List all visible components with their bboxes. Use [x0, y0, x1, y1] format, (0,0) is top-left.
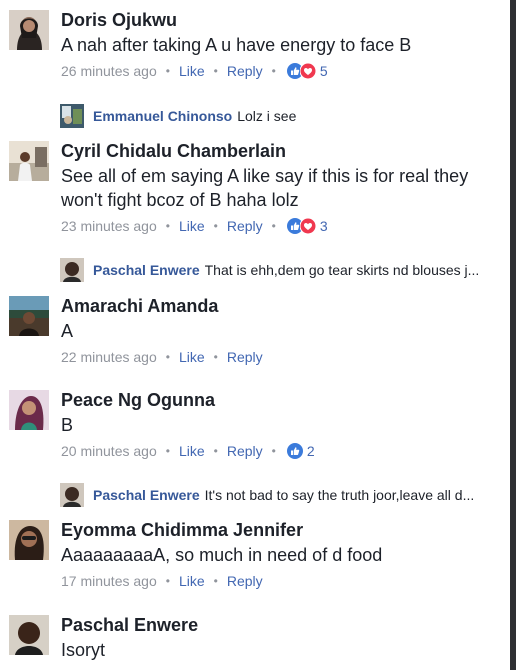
- reply-author[interactable]: Paschal Enwere: [93, 262, 200, 278]
- reply-item: Paschal Enwere It's not bad to say the t…: [60, 482, 500, 508]
- reply-button[interactable]: Reply: [227, 572, 263, 590]
- avatar[interactable]: [9, 141, 49, 181]
- separator: •: [213, 444, 218, 458]
- comment-actions: 23 minutes ago • Like • Reply • 3: [61, 217, 500, 235]
- comment-text: B: [61, 415, 74, 435]
- reply-text: It's not bad to say the truth joor,leave…: [204, 487, 475, 503]
- separator: •: [165, 219, 170, 233]
- separator: •: [213, 350, 218, 364]
- comment-text: See all of em saying A like say if this …: [61, 166, 469, 210]
- like-button[interactable]: Like: [179, 348, 205, 366]
- commenter-name[interactable]: Eyomma Chidimma Jennifer: [61, 520, 500, 540]
- reply-text: Lolz i see: [237, 108, 297, 124]
- separator: •: [271, 219, 276, 233]
- timestamp[interactable]: 23 minutes ago: [61, 217, 157, 235]
- love-reaction-icon: [299, 63, 316, 79]
- timestamp[interactable]: 22 minutes ago: [61, 348, 157, 366]
- separator: •: [271, 444, 276, 458]
- avatar[interactable]: [9, 10, 49, 50]
- reaction-count: 3: [319, 218, 328, 234]
- avatar[interactable]: [9, 520, 49, 560]
- reactions-summary[interactable]: 5: [286, 62, 328, 80]
- comment-text: A nah after taking A u have energy to fa…: [61, 35, 412, 55]
- separator: •: [165, 444, 170, 458]
- separator: •: [213, 64, 218, 78]
- commenter-name[interactable]: Cyril Chidalu Chamberlain: [61, 141, 500, 161]
- comment-text: A: [61, 321, 74, 341]
- reply-avatar[interactable]: [60, 258, 84, 282]
- reply-button[interactable]: Reply: [227, 62, 263, 80]
- separator: •: [165, 574, 170, 588]
- reaction-count: 2: [306, 443, 315, 459]
- reply-button[interactable]: Reply: [227, 348, 263, 366]
- reply-avatar[interactable]: [60, 104, 84, 128]
- like-button[interactable]: Like: [179, 442, 205, 460]
- commenter-name[interactable]: Doris Ojukwu: [61, 10, 500, 30]
- reply-item: Paschal Enwere That is ehh,dem go tear s…: [60, 257, 500, 283]
- reactions-summary[interactable]: 2: [286, 442, 315, 460]
- separator: •: [271, 64, 276, 78]
- like-button[interactable]: Like: [179, 62, 205, 80]
- commenter-name[interactable]: Peace Ng Ogunna: [61, 390, 500, 410]
- like-button[interactable]: Like: [179, 217, 205, 235]
- reply-author[interactable]: Emmanuel Chinonso: [93, 108, 232, 124]
- reactions-summary[interactable]: 3: [286, 217, 328, 235]
- avatar[interactable]: [9, 390, 49, 430]
- avatar[interactable]: [9, 296, 49, 336]
- love-reaction-icon: [299, 218, 316, 234]
- reaction-count: 5: [319, 63, 328, 79]
- comment-text: AaaaaaaaaA, so much in need of d food: [61, 545, 383, 565]
- comment-actions: 20 minutes ago • Like • Reply • 2: [61, 442, 500, 460]
- timestamp[interactable]: 26 minutes ago: [61, 62, 157, 80]
- comment-actions: 17 minutes ago • Like • Reply: [61, 572, 500, 590]
- reply-avatar[interactable]: [60, 483, 84, 507]
- reply-author[interactable]: Paschal Enwere: [93, 487, 200, 503]
- separator: •: [213, 219, 218, 233]
- separator: •: [165, 64, 170, 78]
- comment-actions: 26 minutes ago • Like • Reply • 5: [61, 62, 500, 80]
- comment-text: Isoryt: [61, 640, 106, 660]
- reply-item: Emmanuel Chinonso Lolz i see: [60, 103, 500, 129]
- like-button[interactable]: Like: [179, 572, 205, 590]
- commenter-name[interactable]: Amarachi Amanda: [61, 296, 500, 316]
- commenter-name[interactable]: Paschal Enwere: [61, 615, 500, 635]
- avatar[interactable]: [9, 615, 49, 655]
- comment-actions: 22 minutes ago • Like • Reply: [61, 348, 500, 366]
- separator: •: [165, 350, 170, 364]
- like-reaction-icon: [286, 443, 303, 459]
- timestamp[interactable]: 17 minutes ago: [61, 572, 157, 590]
- reply-text: That is ehh,dem go tear skirts nd blouse…: [204, 262, 480, 278]
- window-edge: [510, 0, 516, 670]
- separator: •: [213, 574, 218, 588]
- reply-button[interactable]: Reply: [227, 217, 263, 235]
- timestamp[interactable]: 20 minutes ago: [61, 442, 157, 460]
- reply-button[interactable]: Reply: [227, 442, 263, 460]
